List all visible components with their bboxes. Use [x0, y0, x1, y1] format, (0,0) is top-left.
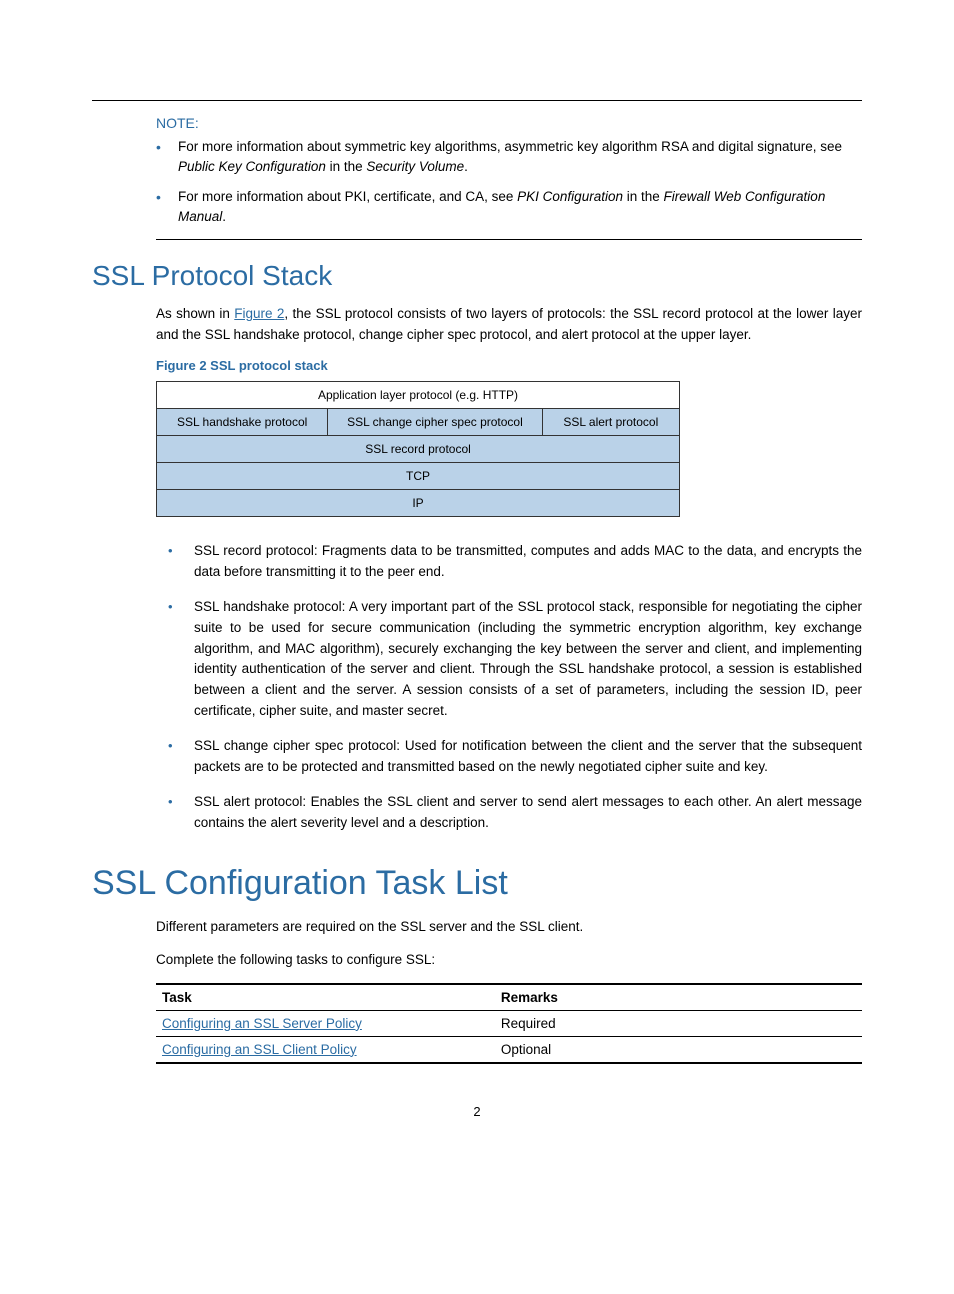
section-heading-ssl-protocol-stack: SSL Protocol Stack — [92, 260, 862, 292]
note-list: For more information about symmetric key… — [156, 137, 862, 227]
list-item: SSL change cipher spec protocol: Used fo… — [156, 736, 862, 778]
task-link-client-policy[interactable]: Configuring an SSL Client Policy — [162, 1042, 357, 1057]
task-remark: Required — [495, 1010, 862, 1036]
note-heading: NOTE: — [156, 115, 862, 131]
note-text: . — [222, 209, 226, 224]
stack-cell-ip: IP — [157, 489, 680, 516]
para-text: As shown in — [156, 306, 234, 321]
stack-cell-change-cipher: SSL change cipher spec protocol — [328, 408, 542, 435]
remarks-header: Remarks — [495, 984, 862, 1011]
note-text: . — [464, 159, 468, 174]
note-item: For more information about PKI, certific… — [156, 187, 862, 228]
note-text: in the — [623, 189, 664, 204]
list-item: SSL handshake protocol: A very important… — [156, 597, 862, 723]
note-text: For more information about PKI, certific… — [178, 189, 517, 204]
note-item: For more information about symmetric key… — [156, 137, 862, 178]
section-heading-ssl-config-task-list: SSL Configuration Task List — [92, 864, 862, 903]
protocol-stack-table: Application layer protocol (e.g. HTTP) S… — [156, 381, 680, 517]
note-italic: PKI Configuration — [517, 189, 623, 204]
note-text: in the — [326, 159, 367, 174]
task-header: Task — [156, 984, 495, 1011]
figure-link[interactable]: Figure 2 — [234, 306, 284, 321]
note-top-rule — [92, 100, 862, 101]
figure-caption: Figure 2 SSL protocol stack — [156, 358, 862, 373]
stack-cell-tcp: TCP — [157, 462, 680, 489]
list-item: SSL record protocol: Fragments data to b… — [156, 541, 862, 583]
body-paragraph: As shown in Figure 2, the SSL protocol c… — [156, 304, 862, 346]
stack-cell-record: SSL record protocol — [157, 435, 680, 462]
page-number: 2 — [92, 1104, 862, 1119]
stack-cell-alert: SSL alert protocol — [542, 408, 679, 435]
stack-cell-handshake: SSL handshake protocol — [157, 408, 328, 435]
task-remark: Optional — [495, 1036, 862, 1063]
note-bottom-rule — [156, 239, 862, 240]
task-link-server-policy[interactable]: Configuring an SSL Server Policy — [162, 1016, 362, 1031]
note-italic: Public Key Configuration — [178, 159, 326, 174]
note-text: For more information about symmetric key… — [178, 139, 842, 154]
note-italic: Security Volume — [366, 159, 464, 174]
stack-cell-application: Application layer protocol (e.g. HTTP) — [157, 381, 680, 408]
body-paragraph: Different parameters are required on the… — [156, 917, 862, 938]
list-item: SSL alert protocol: Enables the SSL clie… — [156, 792, 862, 834]
document-page: NOTE: For more information about symmetr… — [0, 0, 954, 1159]
table-row: Configuring an SSL Server Policy Require… — [156, 1010, 862, 1036]
task-table: Task Remarks Configuring an SSL Server P… — [156, 983, 862, 1064]
protocol-bullets: SSL record protocol: Fragments data to b… — [156, 541, 862, 834]
table-row: Configuring an SSL Client Policy Optiona… — [156, 1036, 862, 1063]
body-paragraph: Complete the following tasks to configur… — [156, 950, 862, 971]
